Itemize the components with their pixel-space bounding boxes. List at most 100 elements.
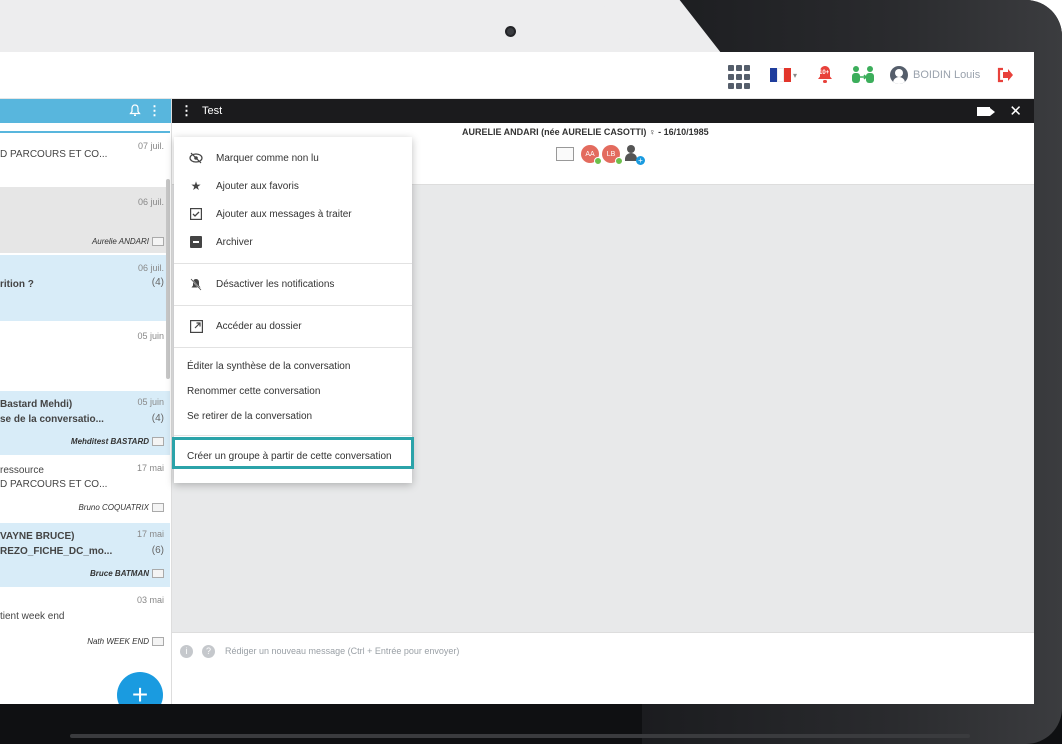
menu-item-label: Archiver [216, 236, 253, 248]
sender-name: Bruce BATMAN [90, 569, 149, 578]
avatar[interactable]: LB [602, 145, 623, 165]
bell-off-icon [189, 277, 203, 291]
menu-item-label: Accéder au dossier [216, 320, 302, 332]
conversation-date: 05 juin [137, 397, 164, 407]
menu-divider [174, 305, 412, 306]
highlight-frame [172, 437, 414, 469]
conversation-date: 03 mai [136, 595, 164, 605]
list-item[interactable]: 03 mai tient week end Nath WEEK END [0, 589, 170, 655]
list-item[interactable]: 17 mai VAYNE BRUCE) (6) REZO_FICHE_DC_mo… [0, 523, 170, 587]
message-count: (4) [151, 277, 164, 288]
conversation-context-menu: Marquer comme non lu ★ Ajouter aux favor… [172, 137, 414, 483]
list-scrollbar[interactable] [166, 179, 170, 379]
message-composer[interactable]: i ? Rédiger un nouveau message (Ctrl + E… [172, 632, 1034, 704]
conversation-title: rition ? [0, 279, 34, 290]
message-count: (6) [151, 545, 164, 556]
user-menu[interactable]: BOIDIN Louis [890, 63, 985, 87]
menu-item-label: Marquer comme non lu [216, 152, 319, 164]
info-icon[interactable]: i [180, 645, 193, 658]
people-exchange-icon[interactable] [850, 63, 878, 87]
conversation-title: VAYNE BRUCE) [0, 531, 75, 542]
conversation-date: 17 mai [136, 529, 164, 539]
top-bar: ▾ 10+ BOIDIN Louis [0, 52, 1034, 99]
list-item[interactable]: 06 juil. (4) rition ? [0, 255, 170, 321]
menu-item-label: Renommer cette conversation [187, 385, 321, 397]
conversation-title: Bastard Mehdi) [0, 399, 73, 410]
user-avatar-icon [890, 66, 908, 84]
patient-card-icon[interactable] [556, 147, 574, 161]
conversation-title: ressource [0, 465, 44, 476]
app-screen: ▾ 10+ BOIDIN Louis ⋮ 07 juil. D PARCOURS… [0, 52, 1034, 704]
list-item[interactable]: 07 juil. D PARCOURS ET CO... [0, 131, 170, 185]
menu-item-mute[interactable]: Désactiver les notifications [174, 271, 412, 297]
notification-bell-icon[interactable] [129, 104, 141, 122]
message-count: (4) [151, 413, 164, 424]
close-icon[interactable]: ✕ [1009, 102, 1022, 120]
patient-card-icon [152, 637, 164, 646]
menu-item-archive[interactable]: Archiver [174, 229, 412, 255]
message-input[interactable]: Rédiger un nouveau message (Ctrl + Entré… [225, 646, 459, 656]
menu-item-edit-summary[interactable]: Éditer la synthèse de la conversation [174, 353, 412, 379]
chat-title: Test [202, 105, 223, 117]
menu-item-rename[interactable]: Renommer cette conversation [174, 378, 412, 404]
chat-menu-icon[interactable]: ⋮ [180, 103, 193, 119]
patient-card-icon [152, 569, 164, 578]
menu-item-label: Ajouter aux favoris [216, 180, 299, 192]
sender-name: Mehditest BASTARD [70, 437, 149, 446]
avatar-initials: LB [606, 150, 616, 158]
list-item[interactable]: 06 juil. Aurelie ANDARI [0, 187, 170, 253]
conversation-date: 07 juil. [137, 141, 164, 151]
menu-item-open-record[interactable]: Accéder au dossier [174, 313, 412, 339]
list-item[interactable]: 05 juin Bastard Mehdi) (4) se de la conv… [0, 391, 170, 455]
avatar[interactable]: AA [581, 145, 602, 165]
apps-grid-icon[interactable] [728, 65, 750, 89]
menu-item-add-to-process[interactable]: Ajouter aux messages à traiter [174, 201, 412, 227]
patient-card-icon [152, 503, 164, 512]
conversation-preview: D PARCOURS ET CO... [0, 479, 108, 490]
menu-item-label: Ajouter aux messages à traiter [216, 208, 352, 220]
conversation-sender: Nath WEEK END [87, 637, 164, 646]
conversation-preview: D PARCOURS ET CO... [0, 149, 108, 160]
bell-badge: 10+ [819, 70, 830, 76]
sender-name: Bruno COQUATRIX [78, 503, 149, 512]
conversation-date: 06 juil. [137, 263, 164, 273]
avatar-initials: AA [585, 150, 595, 158]
online-indicator [615, 157, 623, 165]
add-participant-icon[interactable]: + [623, 145, 645, 165]
menu-item-leave[interactable]: Se retirer de la conversation [174, 403, 412, 429]
list-item[interactable]: 17 mai ressource D PARCOURS ET CO... Bru… [0, 457, 170, 521]
french-flag-icon[interactable]: ▾ [770, 63, 800, 87]
device-bezel-top [0, 0, 660, 52]
archive-icon [189, 235, 203, 249]
online-indicator [594, 157, 602, 165]
sender-name: Aurelie ANDARI [91, 237, 149, 246]
conversation-preview: REZO_FICHE_DC_mo... [0, 546, 113, 557]
star-icon: ★ [190, 179, 202, 193]
conversation-date: 05 juin [137, 331, 164, 341]
user-name: BOIDIN Louis [913, 69, 981, 81]
bell-icon[interactable]: 10+ [815, 63, 837, 87]
help-icon[interactable]: ? [202, 645, 215, 658]
new-conversation-plus: + [131, 679, 149, 704]
logout-icon[interactable] [996, 63, 1016, 87]
list-menu-icon[interactable]: ⋮ [148, 103, 161, 119]
menu-divider [174, 435, 412, 436]
menu-item-label: Se retirer de la conversation [187, 410, 313, 422]
new-conversation-button[interactable]: + [117, 672, 163, 704]
conversation-date: 17 mai [136, 463, 164, 473]
video-call-icon[interactable] [977, 107, 995, 116]
menu-divider [174, 263, 412, 264]
conversation-sender: Aurelie ANDARI [92, 237, 164, 246]
conversation-sender: Bruce BATMAN [90, 569, 164, 578]
device-bottom-edge [70, 734, 970, 738]
list-item[interactable]: 05 juin [0, 323, 170, 389]
menu-divider [174, 347, 412, 348]
patient-card-icon [152, 437, 164, 446]
menu-item-add-favorite[interactable]: ★ Ajouter aux favoris [174, 173, 412, 199]
participants: AA LB + [556, 145, 645, 165]
menu-item-mark-unread[interactable]: Marquer comme non lu [174, 145, 412, 171]
menu-item-label: Désactiver les notifications [216, 278, 335, 290]
conversation-preview: se de la conversatio... [0, 414, 104, 425]
menu-item-label: Éditer la synthèse de la conversation [187, 360, 351, 372]
conversation-sender: Mehditest BASTARD [71, 437, 164, 446]
